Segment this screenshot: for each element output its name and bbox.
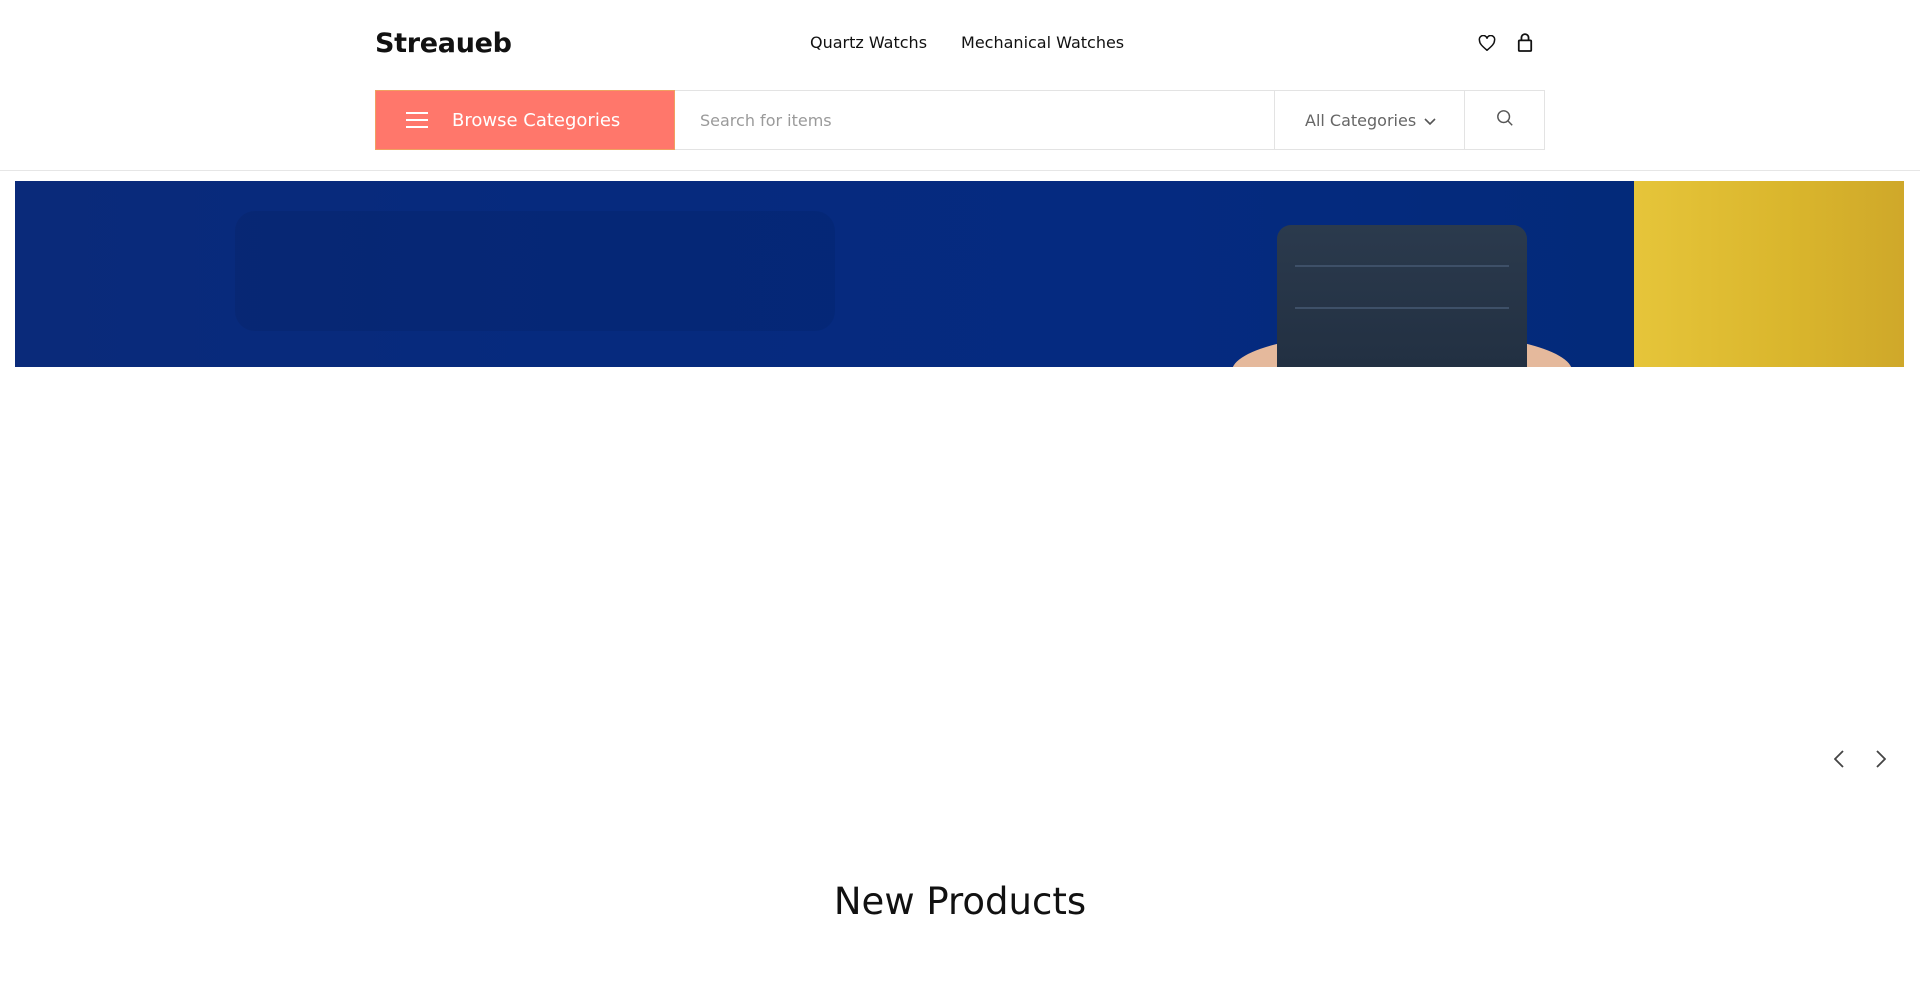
nav-link-quartz-watches[interactable]: Quartz Watchs — [810, 33, 927, 52]
site-header: Streaueb Quartz Watchs Mechanical Watche… — [0, 0, 1920, 171]
shopping-bag-icon[interactable] — [1515, 32, 1535, 54]
heart-icon[interactable] — [1477, 32, 1497, 54]
search-button[interactable] — [1465, 90, 1545, 150]
hero-banner[interactable] — [15, 181, 1904, 367]
search-icon — [1496, 109, 1514, 131]
category-dropdown-value: All Categories — [1305, 110, 1417, 130]
hamburger-icon — [406, 112, 428, 128]
browse-categories-label: Browse Categories — [452, 109, 621, 131]
hero-image-yellow-panel — [1634, 181, 1904, 367]
chevron-left-icon[interactable] — [1830, 745, 1848, 773]
header-actions — [1477, 32, 1535, 54]
chevron-right-icon[interactable] — [1872, 745, 1890, 773]
new-products-heading: New Products — [833, 880, 1087, 923]
browse-categories-button[interactable]: Browse Categories — [375, 90, 675, 150]
search-bar: Browse Categories All Categories — [375, 90, 1545, 150]
search-input[interactable] — [675, 90, 1275, 150]
nav-link-mechanical-watches[interactable]: Mechanical Watches — [961, 33, 1124, 52]
slider-controls — [1830, 745, 1890, 773]
site-logo[interactable]: Streaueb — [375, 28, 512, 59]
hero-image-watch-strap — [1277, 225, 1527, 367]
main-nav: Quartz Watchs Mechanical Watches — [810, 33, 1124, 52]
category-dropdown[interactable]: All Categories — [1275, 90, 1465, 150]
chevron-down-icon — [1424, 111, 1436, 130]
